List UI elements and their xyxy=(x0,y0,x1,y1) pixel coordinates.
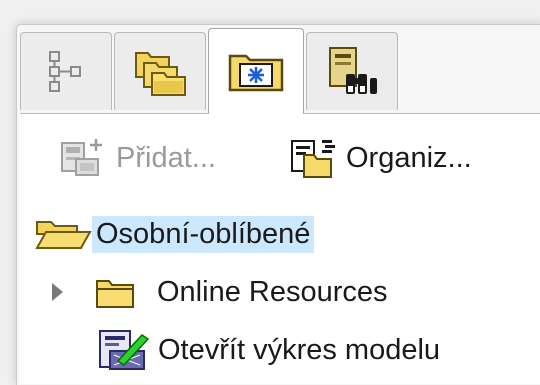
tree-item-label: Otevřít výkres modelu xyxy=(158,333,441,366)
add-favorite-icon xyxy=(61,139,102,176)
navigator-tabstrip xyxy=(20,28,540,114)
organize-favorites-button[interactable]: Organiz... xyxy=(288,135,472,181)
tree-item-label: Online Resources xyxy=(157,275,388,308)
tab-model-tree[interactable] xyxy=(20,32,112,110)
search-binoculars-icon xyxy=(329,46,377,94)
add-favorite-button[interactable]: Přidat... xyxy=(58,135,216,181)
expand-arrow-icon[interactable] xyxy=(52,283,63,301)
favorites-folder-icon xyxy=(228,54,284,91)
tree-item-online-resources[interactable]: Online Resources xyxy=(52,268,388,316)
tree-root-row[interactable]: Osobní-oblíbené xyxy=(34,210,315,258)
tab-favorites[interactable] xyxy=(208,28,304,114)
tab-search[interactable] xyxy=(306,32,398,110)
tree-icon xyxy=(49,50,81,92)
folder-icon xyxy=(96,280,134,308)
add-favorite-label: Přidat... xyxy=(116,141,216,174)
tab-folder-browser[interactable] xyxy=(114,32,206,110)
favorites-panel-frame: Přidat... Organiz... Osobní-oblíbené Onl… xyxy=(0,0,540,385)
organize-favorites-label: Organiz... xyxy=(346,141,472,174)
folder-stack-icon xyxy=(135,51,186,96)
drawing-icon xyxy=(99,330,150,370)
tree-item-open-model-drawing[interactable]: Otevřít výkres modelu xyxy=(96,326,440,374)
open-folder-icon xyxy=(35,221,92,249)
tree-root-label: Osobní-oblíbené xyxy=(92,215,315,253)
organize-favorites-icon xyxy=(291,140,335,178)
